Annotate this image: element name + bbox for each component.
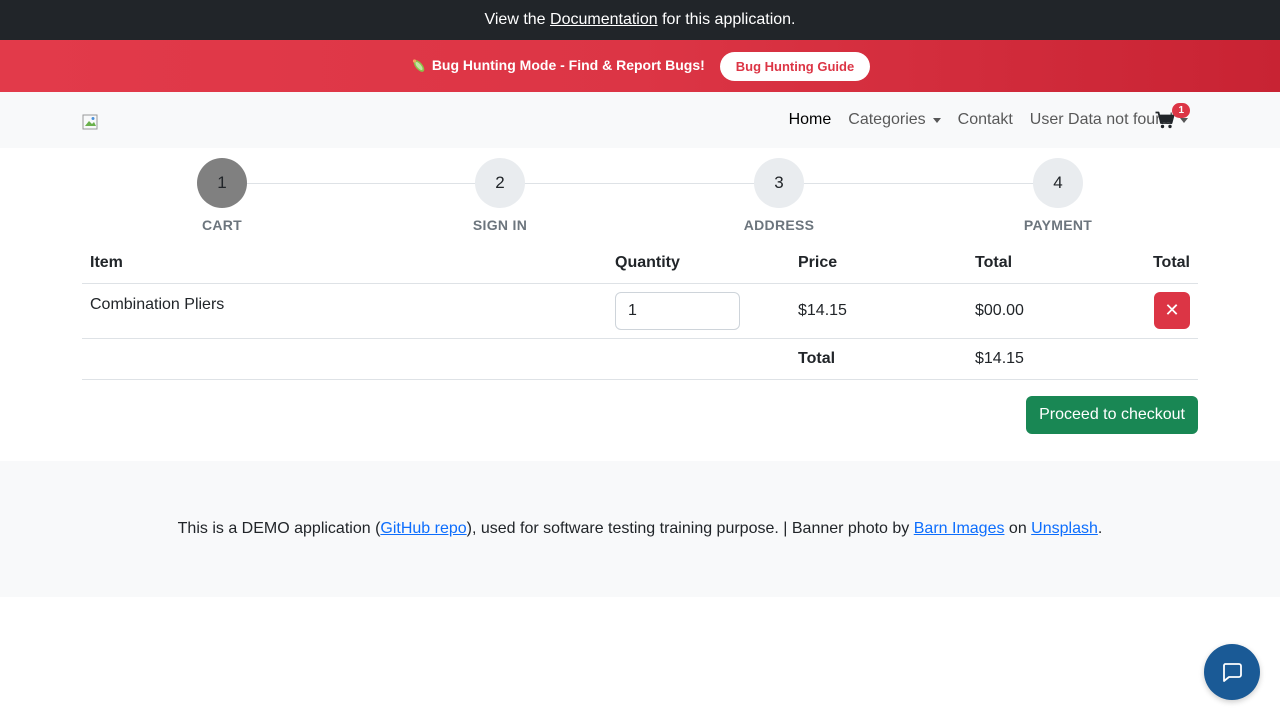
empty-cell <box>82 338 607 380</box>
cart-total-row: Total $14.15 <box>82 338 1198 380</box>
chat-bubble-icon <box>1223 663 1242 682</box>
barn-images-link[interactable]: Barn Images <box>914 520 1005 537</box>
cart-total-label: Total <box>790 338 967 380</box>
step-sign-in: 2 SIGN IN <box>440 158 560 233</box>
product-name: Combination Pliers <box>82 283 607 339</box>
unsplash-link[interactable]: Unsplash <box>1031 520 1098 537</box>
empty-cell <box>607 338 790 380</box>
github-repo-link[interactable]: GitHub repo <box>380 520 466 537</box>
quantity-input[interactable] <box>615 291 740 330</box>
step-address: 3 ADDRESS <box>719 158 839 233</box>
bug-icon <box>412 59 425 72</box>
nav-menu: Home Categories Contakt User Data not fo… <box>772 92 1188 148</box>
documentation-banner: View the Documentation for this applicat… <box>0 0 1280 40</box>
footer-middle: ), used for software testing training pu… <box>466 520 910 537</box>
bug-hunting-guide-button[interactable]: Bug Hunting Guide <box>719 51 871 81</box>
checkout-steps: 1 CART 2 SIGN IN 3 ADDRESS 4 PAYMENT <box>82 148 1198 244</box>
bug-hunting-text: Bug Hunting Mode - Find & Report Bugs! <box>431 56 705 73</box>
doc-suffix: for this application. <box>662 11 796 28</box>
remove-cell: ✕ <box>1117 283 1198 339</box>
header-total-actions: Total <box>1117 244 1198 284</box>
empty-cell <box>1117 338 1198 380</box>
navbar: Home Categories Contakt User Data not fo… <box>0 92 1280 148</box>
nav-home[interactable]: Home <box>789 111 832 129</box>
nav-home-label: Home <box>788 111 832 128</box>
line-total: $00.00 <box>967 283 1117 339</box>
brand-logo-broken-image-icon[interactable] <box>82 114 98 130</box>
bug-hunting-banner: Bug Hunting Mode - Find & Report Bugs! B… <box>0 40 1280 92</box>
step-label: SIGN IN <box>472 217 528 233</box>
nav-contact[interactable]: Contakt <box>958 111 1013 129</box>
caret-down-icon <box>1180 117 1188 123</box>
footer: This is a DEMO application (GitHub repo)… <box>0 461 1280 597</box>
table-row: Combination Pliers $14.15 $00.00 ✕ <box>82 283 1198 339</box>
step-number: 3 <box>754 158 804 208</box>
documentation-link[interactable]: Documentation <box>550 11 658 29</box>
nav-categories-label: Categories <box>848 111 926 128</box>
step-label: ADDRESS <box>743 217 815 233</box>
bug-hunting-text-wrap: Bug Hunting Mode - Find & Report Bugs! <box>410 57 705 75</box>
step-payment: 4 PAYMENT <box>998 158 1118 233</box>
step-cart: 1 CART <box>162 158 282 233</box>
cart-table: Item Quantity Price Total Total Combinat… <box>82 244 1198 380</box>
nav-categories-dropdown[interactable]: Categories <box>848 111 941 129</box>
step-number: 1 <box>197 158 247 208</box>
remove-item-button[interactable]: ✕ <box>1154 292 1190 329</box>
caret-down-icon <box>932 117 941 123</box>
steps-connector-line <box>222 183 1058 184</box>
step-number: 2 <box>475 158 525 208</box>
footer-on: on <box>1008 520 1027 537</box>
header-item: Item <box>82 244 607 284</box>
checkout-actions: Proceed to checkout <box>82 395 1198 434</box>
nav-user-label: User Data not found <box>1029 111 1173 128</box>
step-label: CART <box>201 217 243 233</box>
footer-end: . <box>1097 520 1103 537</box>
header-total: Total <box>967 244 1117 284</box>
step-number: 4 <box>1033 158 1083 208</box>
footer-prefix: This is a DEMO application ( <box>177 520 381 537</box>
header-quantity: Quantity <box>607 244 790 284</box>
product-price: $14.15 <box>790 283 967 339</box>
doc-prefix: View the <box>484 11 546 28</box>
cart-total-value: $14.15 <box>967 338 1117 380</box>
step-label: PAYMENT <box>1023 217 1093 233</box>
nav-contact-label: Contakt <box>957 111 1013 128</box>
chat-button[interactable] <box>1204 644 1260 700</box>
footer-text: This is a DEMO application (GitHub repo)… <box>178 520 1103 538</box>
table-header-row: Item Quantity Price Total Total <box>82 244 1198 284</box>
quantity-cell <box>607 283 790 339</box>
cart-count-badge: 1 <box>1172 103 1190 118</box>
header-price: Price <box>790 244 967 284</box>
proceed-to-checkout-button[interactable]: Proceed to checkout <box>1026 395 1198 434</box>
